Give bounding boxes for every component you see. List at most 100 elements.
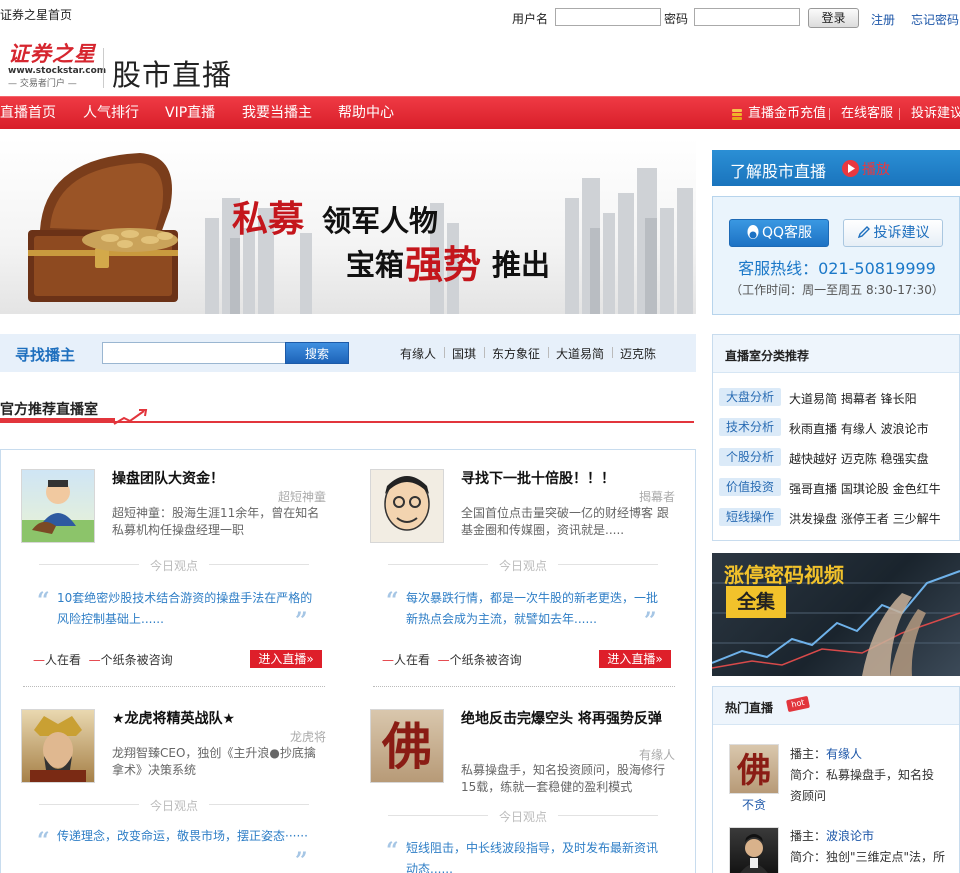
qq-service-label: QQ客服 <box>761 225 813 241</box>
live-room-card: 操盘团队大资金！ 超短神童 超短神童：股海生涯11余年，曾在知名私募机构任操盘经… <box>1 450 349 690</box>
search-button[interactable]: 搜索 <box>285 342 349 364</box>
hot-keyword[interactable]: 大道易简 <box>556 345 604 362</box>
room-description: 私募操盘手，知名投资顾问，股海修行15载，练就一套稳健的盈利模式 <box>461 763 666 794</box>
enter-live-button[interactable]: 进入直播» <box>599 650 671 668</box>
host-search-input[interactable] <box>102 342 286 364</box>
host-avatar-caption[interactable]: 不贪 <box>729 796 779 813</box>
username-input[interactable] <box>555 8 661 26</box>
username-label: 用户名 <box>512 12 549 26</box>
divider <box>558 564 658 565</box>
nav-item-live-home[interactable]: 直播首页 <box>0 97 56 130</box>
quote-close-icon: ” <box>295 848 308 873</box>
hot-keyword[interactable]: 有缘人 <box>400 345 436 362</box>
banner-text-red-2: 强势 <box>405 242 482 287</box>
host-name-link[interactable]: 有缘人 <box>826 747 862 761</box>
category-recommend-box: 直播室分类推荐 大盘分析 大道易简 揭幕者 锋长阳 技术分析 秋雨直播 有缘人 … <box>712 334 960 541</box>
hot-keyword[interactable]: 国琪 <box>452 345 476 362</box>
keyword-divider <box>612 347 613 358</box>
today-view-label: 今日观点 <box>498 810 547 824</box>
learn-live-box[interactable]: 了解股市直播 <box>712 150 960 186</box>
category-hosts[interactable]: 洪发操盘 涨停王者 三少解牛 <box>789 510 941 527</box>
today-view-label: 今日观点 <box>498 559 547 573</box>
login-button[interactable]: 登录 <box>808 8 859 28</box>
viewers-label: 人在看 <box>45 653 82 667</box>
host-name-link[interactable]: 波浪论市 <box>826 829 874 843</box>
room-host-name[interactable]: 有缘人 <box>580 746 675 763</box>
nav-item-vip-live[interactable]: VIP直播 <box>165 97 215 130</box>
room-host-name[interactable]: 龙虎将 <box>231 728 326 745</box>
nav-online-service[interactable]: 在线客服 <box>841 97 893 130</box>
banner-text-2b: 推出 <box>492 248 551 282</box>
room-title[interactable]: 操盘团队大资金！ <box>112 470 332 488</box>
promo-banner[interactable]: 私募 领军人物 宝箱 强势 推出 <box>0 138 696 314</box>
host-avatar[interactable] <box>370 469 444 543</box>
nav-item-help-center[interactable]: 帮助中心 <box>338 97 394 130</box>
host-name-line: 播主：有缘人 <box>790 744 862 765</box>
room-stats: —人在看 —个纸条被咨询 <box>33 653 173 667</box>
intro-label: 简介： <box>790 768 827 782</box>
category-title: 直播室分类推荐 <box>725 349 810 363</box>
limit-up-video-ad[interactable]: 涨停密码视频 全集 <box>712 553 960 676</box>
complaint-button[interactable]: 投诉建议 <box>843 219 943 247</box>
trend-arrow-icon <box>112 408 148 429</box>
host-avatar[interactable] <box>21 709 95 783</box>
pencil-icon <box>857 222 871 239</box>
host-avatar[interactable] <box>21 469 95 543</box>
banner-text-2a: 宝箱 <box>346 248 405 282</box>
category-hosts[interactable]: 越快越好 迈克陈 稳强实盘 <box>789 450 929 467</box>
site-title: 股市直播 <box>112 58 233 92</box>
section-underline-accent <box>0 418 115 423</box>
room-description: 龙翔智臻CEO，独创《主升浪●抄底擒拿术》决策系统 <box>112 746 316 777</box>
page: 证券之星首页 用户名 密码 登录 注册 忘记密码 证券之星 www.stocks… <box>0 0 960 873</box>
main-nav: 直播首页 人气排行 VIP直播 我要当播主 帮助中心 直播金币充值 在线客服 投… <box>0 96 960 129</box>
divider <box>209 564 309 565</box>
find-host-label: 寻找播主 <box>15 346 76 364</box>
nav-complaint[interactable]: 投诉建议 <box>911 97 960 130</box>
host-label: 播主： <box>790 747 827 761</box>
logo-subtitle: — 交易者门户 — <box>8 79 77 89</box>
room-title[interactable]: ★龙虎将精英战队★ <box>112 710 332 728</box>
host-avatar[interactable]: 佛 <box>370 709 444 783</box>
today-view-quote[interactable]: 每次暴跌行情，都是一次牛股的新老更迭，一批新热点会成为主流，就譬如去年.....… <box>406 588 662 630</box>
category-hosts[interactable]: 大道易简 揭幕者 锋长阳 <box>789 390 917 407</box>
play-icon[interactable] <box>842 160 859 177</box>
category-tag[interactable]: 大盘分析 <box>719 388 781 406</box>
nav-item-become-host[interactable]: 我要当播主 <box>242 97 312 130</box>
card-separator <box>23 686 325 687</box>
room-description: 超短神童：股海生涯11余年，曾在知名私募机构任操盘经理一职 <box>112 506 320 537</box>
hot-keyword[interactable]: 迈克陈 <box>620 345 656 362</box>
service-hotline: 客服热线：021-50819999 <box>738 259 936 278</box>
today-view-quote[interactable]: 10套绝密炒股技术结合游资的操盘手法在严格的风险控制基础上...... <box>57 588 313 630</box>
category-hosts[interactable]: 秋雨直播 有缘人 波浪论市 <box>789 420 929 437</box>
enter-live-button[interactable]: 进入直播» <box>250 650 322 668</box>
today-view-quote[interactable]: 短线阻击，中长线波段指导，及时发布最新资讯动态...... <box>406 838 662 873</box>
play-link[interactable]: 播放 <box>862 159 890 179</box>
category-tag[interactable]: 个股分析 <box>719 448 781 466</box>
room-host-name[interactable]: 揭幕者 <box>580 488 675 505</box>
forgot-password-link[interactable]: 忘记密码 <box>911 11 959 28</box>
register-link[interactable]: 注册 <box>871 11 895 28</box>
room-description: 全国首位点击量突破一亿的财经博客 跟基金圈和传媒圈，资讯就是..... <box>461 506 669 537</box>
today-view-label: 今日观点 <box>149 799 198 813</box>
room-title[interactable]: 绝地反击完爆空头 将再强势反弹 <box>461 710 681 728</box>
room-title[interactable]: 寻找下一批十倍股！！！ <box>461 470 681 488</box>
quote-open-icon: “ <box>37 828 50 854</box>
qq-service-button[interactable]: QQ客服 <box>729 219 829 247</box>
learn-title: 了解股市直播 <box>730 162 827 181</box>
stockstar-logo[interactable]: 证券之星 www.stockstar.com — 交易者门户 — <box>8 38 106 89</box>
nav-item-popularity-rank[interactable]: 人气排行 <box>83 97 139 130</box>
category-tag[interactable]: 价值投资 <box>719 478 781 496</box>
host-avatar[interactable]: 佛 <box>729 744 779 794</box>
nav-coin-recharge[interactable]: 直播金币充值 <box>748 97 826 130</box>
category-tag[interactable]: 短线操作 <box>719 508 781 526</box>
host-avatar[interactable] <box>729 827 779 873</box>
hot-live-header: 热门直播 hot <box>713 687 959 725</box>
room-host-name[interactable]: 超短神童 <box>231 488 326 505</box>
category-hosts[interactable]: 强哥直播 国琪论股 金色红牛 <box>789 480 941 497</box>
stockstar-home-link[interactable]: 证券之星首页 <box>0 6 72 23</box>
today-view-quote[interactable]: 传递理念，改变命运，敬畏市场，摆正姿态······ <box>57 826 313 847</box>
password-input[interactable] <box>694 8 800 26</box>
hot-badge: hot <box>785 695 811 713</box>
hot-keyword[interactable]: 东方象征 <box>492 345 540 362</box>
category-tag[interactable]: 技术分析 <box>719 418 781 436</box>
